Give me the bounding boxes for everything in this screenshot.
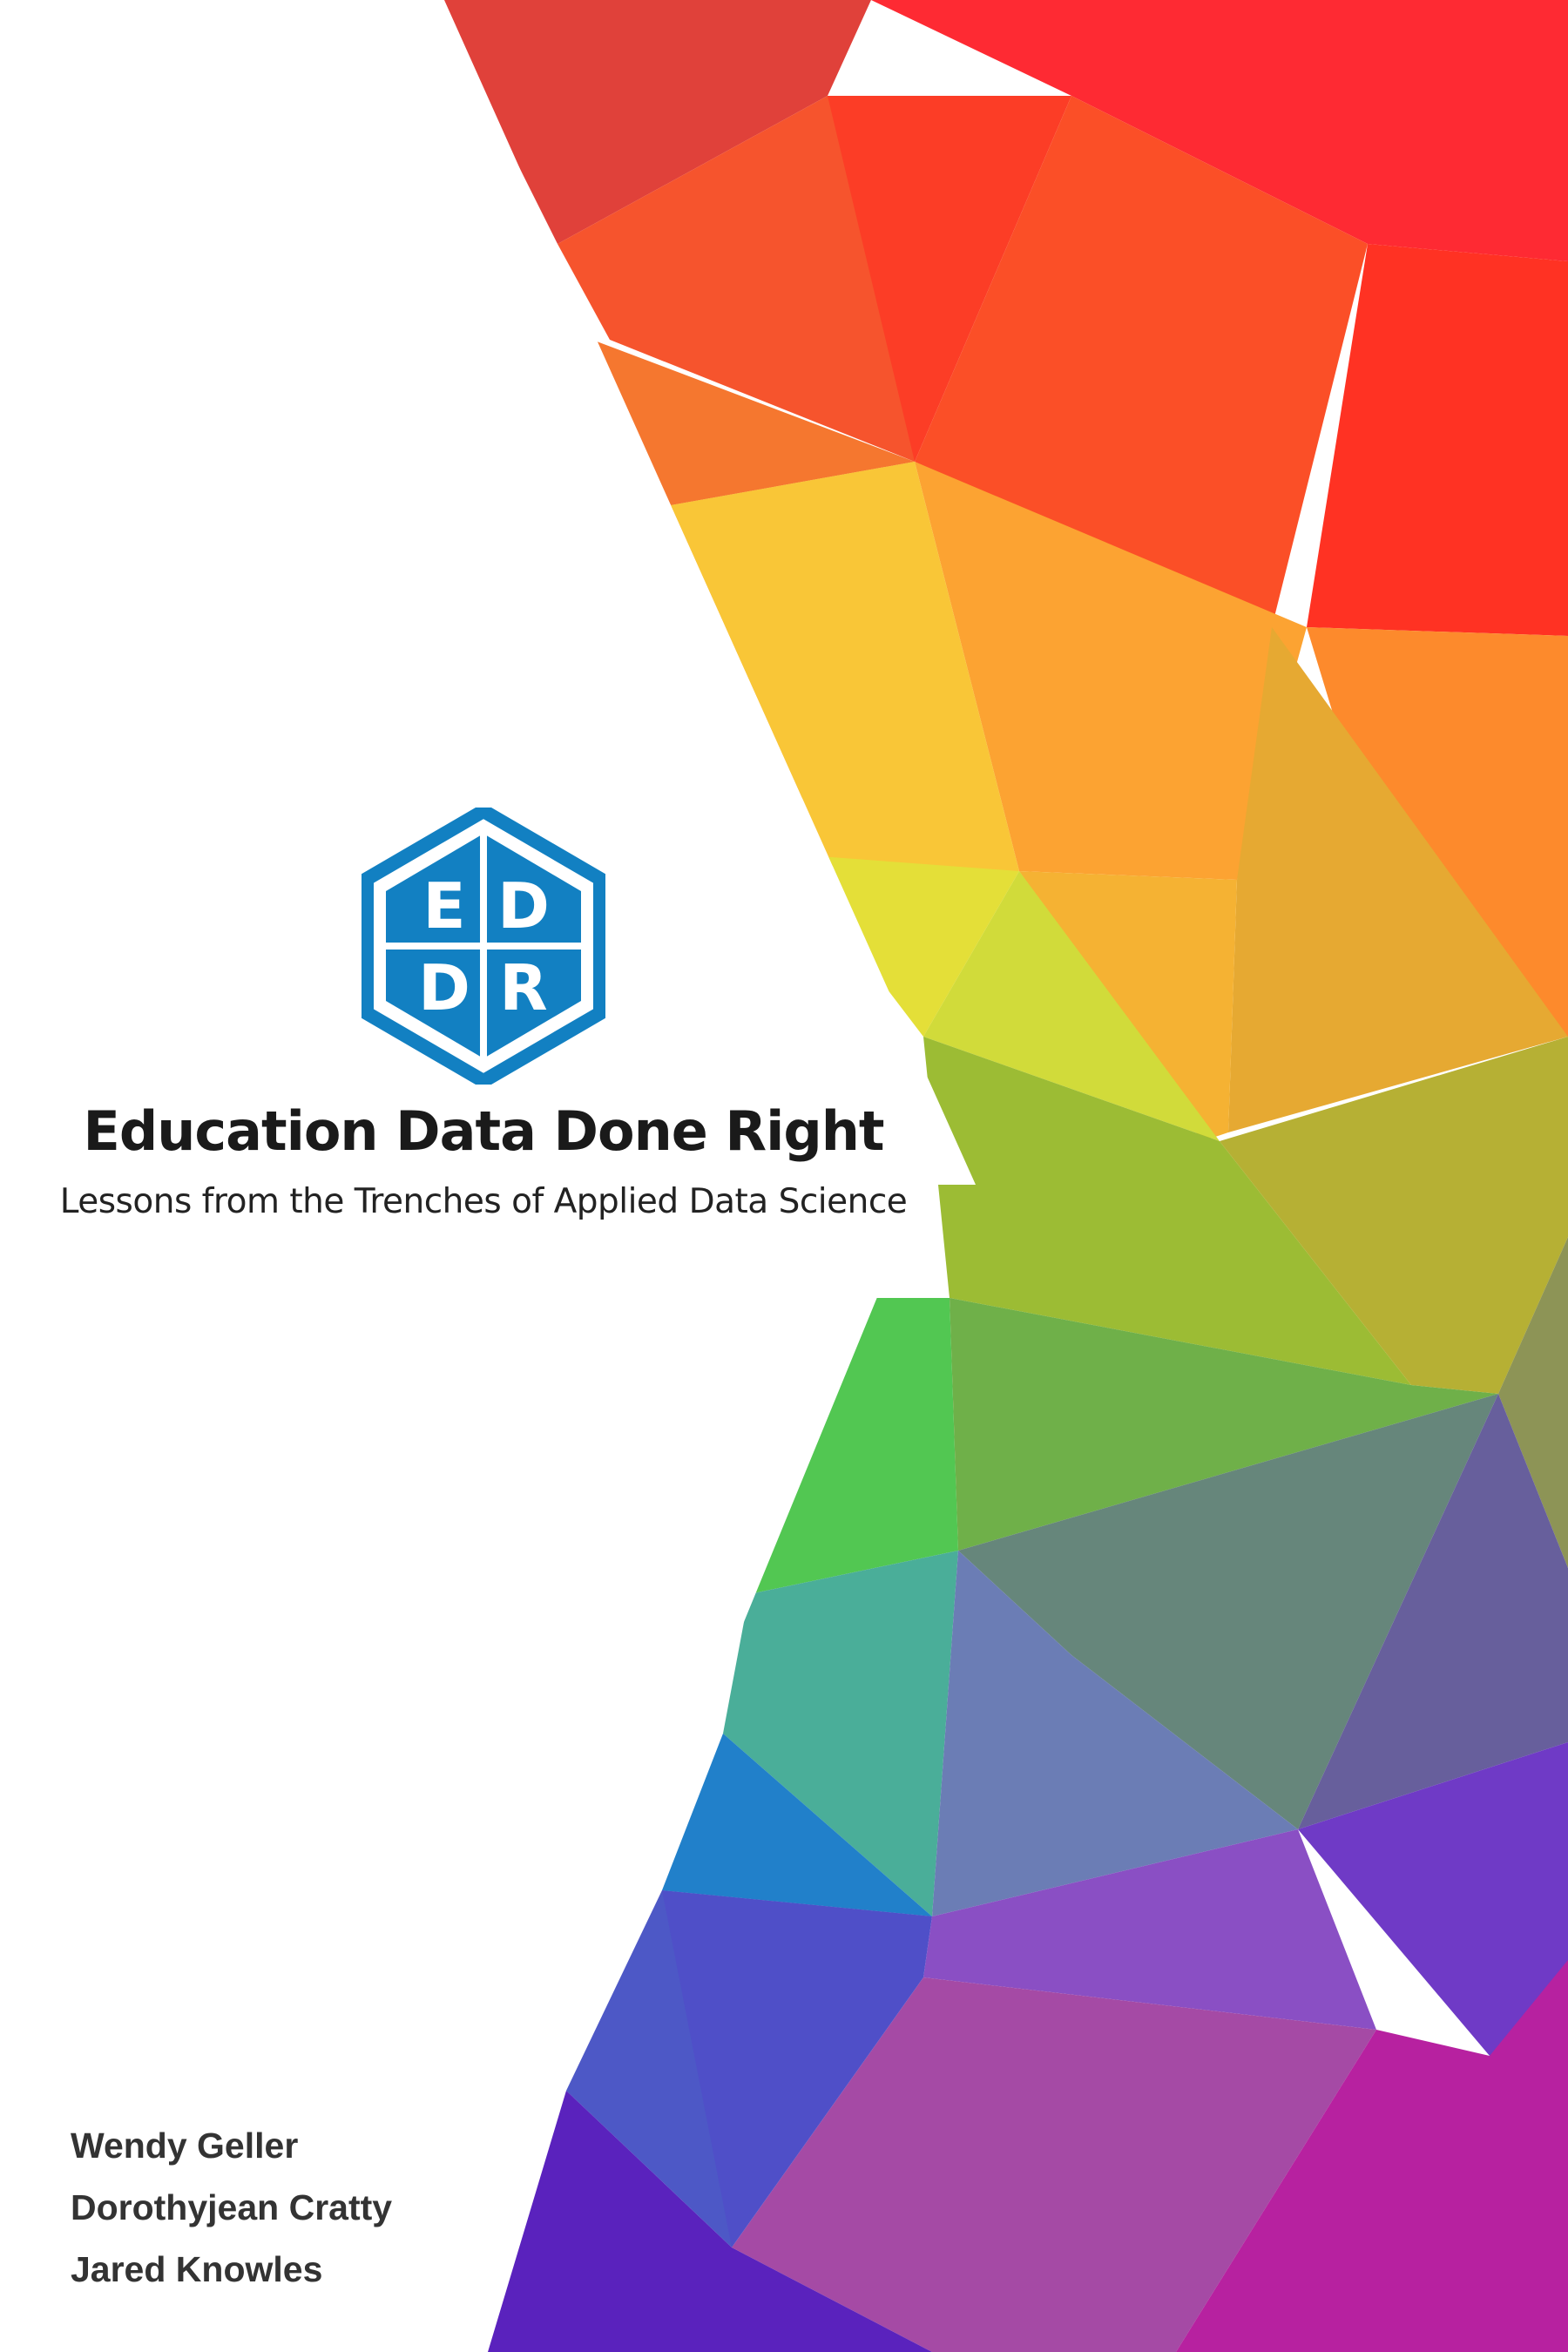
book-subtitle: Lessons from the Trenches of Applied Dat…	[59, 1182, 908, 1221]
book-cover: E D D R Education Data Done Right Lesson…	[0, 0, 1568, 2352]
author-name: Dorothyjean Cratty	[71, 2187, 393, 2227]
svg-text:R: R	[499, 951, 547, 1024]
author-name: Jared Knowles	[71, 2249, 323, 2289]
svg-text:E: E	[422, 869, 465, 943]
polygon-mosaic	[444, 0, 1568, 2352]
book-title: Education Data Done Right	[83, 1099, 884, 1163]
rainbow-polygon-art	[444, 0, 1568, 2352]
eddr-logo: E D D R	[362, 808, 605, 1085]
svg-text:D: D	[497, 869, 550, 943]
svg-text:D: D	[418, 951, 470, 1024]
author-name: Wendy Geller	[71, 2126, 299, 2166]
